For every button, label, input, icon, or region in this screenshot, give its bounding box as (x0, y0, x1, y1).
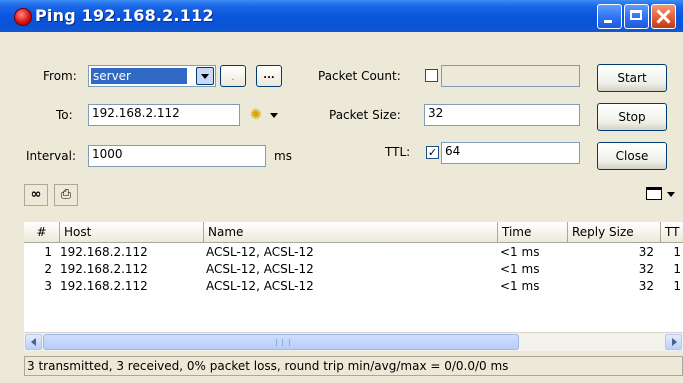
start-button[interactable]: Start (597, 64, 667, 92)
chevron-down-icon (270, 113, 278, 118)
column-header-name[interactable]: Name (204, 222, 498, 242)
chevron-down-icon[interactable] (196, 67, 214, 85)
table-row[interactable]: 3 192.168.2.112 ACSL-12, ACSL-12 <1 ms 3… (24, 278, 683, 295)
packet-size-label: Packet Size: (329, 108, 401, 122)
row-time: <1 ms (500, 245, 540, 259)
table-row[interactable]: 2 192.168.2.112 ACSL-12, ACSL-12 <1 ms 3… (24, 261, 683, 278)
browse-button-label: ... (263, 70, 275, 81)
app-icon (14, 8, 32, 26)
to-label: To: (56, 108, 73, 122)
column-header-num[interactable]: # (24, 222, 60, 242)
row-number: 3 (44, 279, 52, 293)
close-window-button[interactable] (651, 4, 676, 29)
results-table[interactable]: # Host Name Time Reply Size TT 1 192.168… (24, 222, 683, 332)
window-title: Ping 192.168.2.112 (35, 6, 214, 25)
ttl-field[interactable]: 64 (441, 142, 580, 164)
binoculars-icon: ∞ (30, 187, 42, 202)
ping-window: Ping 192.168.2.112 From: server . ... Pa… (0, 0, 683, 383)
row-name: ACSL-12, ACSL-12 (206, 279, 314, 293)
interval-unit: ms (274, 149, 292, 163)
ttl-label: TTL: (385, 145, 411, 159)
status-bar: 3 transmitted, 3 received, 0% packet los… (24, 356, 683, 376)
row-host: 192.168.2.112 (60, 262, 148, 276)
chevron-down-icon (667, 192, 675, 197)
yellow-gear-icon: ✺ (250, 107, 262, 123)
row-host: 192.168.2.112 (60, 245, 148, 259)
packet-count-label: Packet Count: (318, 69, 401, 83)
row-time: <1 ms (500, 262, 540, 276)
maximize-button[interactable] (624, 4, 649, 29)
columns-button[interactable] (640, 184, 680, 206)
ttl-checkbox[interactable]: ✓ (426, 146, 439, 159)
from-browse-button[interactable]: ... (256, 65, 282, 87)
grip-icon (276, 339, 290, 346)
column-header-reply-size[interactable]: Reply Size (568, 222, 661, 242)
columns-icon (646, 187, 662, 200)
close-button[interactable]: Close (597, 142, 667, 170)
from-select[interactable]: server (88, 65, 216, 87)
title-bar[interactable]: Ping 192.168.2.112 (0, 0, 683, 32)
check-icon: ✓ (427, 146, 438, 159)
row-ttl: 1 (673, 245, 681, 259)
row-name: ACSL-12, ACSL-12 (206, 262, 314, 276)
packet-size-field[interactable]: 32 (424, 104, 580, 126)
column-header-host[interactable]: Host (60, 222, 204, 242)
row-reply-size: 32 (638, 262, 654, 276)
small-button-label: . (231, 72, 235, 83)
printer-icon: ⎙ (60, 187, 72, 202)
packet-count-checkbox[interactable] (425, 69, 438, 82)
to-dropdown-button[interactable]: ✺ (244, 104, 284, 126)
row-number: 2 (44, 262, 52, 276)
from-label: From: (43, 69, 77, 83)
row-host: 192.168.2.112 (60, 279, 148, 293)
row-name: ACSL-12, ACSL-12 (206, 245, 314, 259)
row-number: 1 (44, 245, 52, 259)
stop-button[interactable]: Stop (597, 103, 667, 131)
row-reply-size: 32 (638, 279, 654, 293)
packet-count-field[interactable] (441, 65, 580, 87)
row-reply-size: 32 (638, 245, 654, 259)
row-ttl: 1 (673, 262, 681, 276)
minimize-button[interactable] (597, 4, 622, 29)
horizontal-scrollbar[interactable] (24, 332, 683, 351)
column-header-ttl[interactable]: TT (661, 222, 683, 242)
from-small-button[interactable]: . (220, 65, 246, 87)
scroll-left-button[interactable] (25, 334, 42, 350)
find-button[interactable]: ∞ (24, 184, 48, 206)
scroll-right-button[interactable] (665, 334, 682, 350)
from-select-value: server (91, 68, 187, 84)
row-time: <1 ms (500, 279, 540, 293)
scroll-thumb[interactable] (43, 334, 519, 350)
table-header: # Host Name Time Reply Size TT (24, 222, 683, 243)
row-ttl: 1 (673, 279, 681, 293)
interval-label: Interval: (26, 149, 76, 163)
print-button[interactable]: ⎙ (54, 184, 78, 206)
interval-field[interactable]: 1000 (88, 145, 266, 167)
table-row[interactable]: 1 192.168.2.112 ACSL-12, ACSL-12 <1 ms 3… (24, 244, 683, 261)
column-header-time[interactable]: Time (498, 222, 568, 242)
to-field[interactable]: 192.168.2.112 (88, 104, 240, 126)
